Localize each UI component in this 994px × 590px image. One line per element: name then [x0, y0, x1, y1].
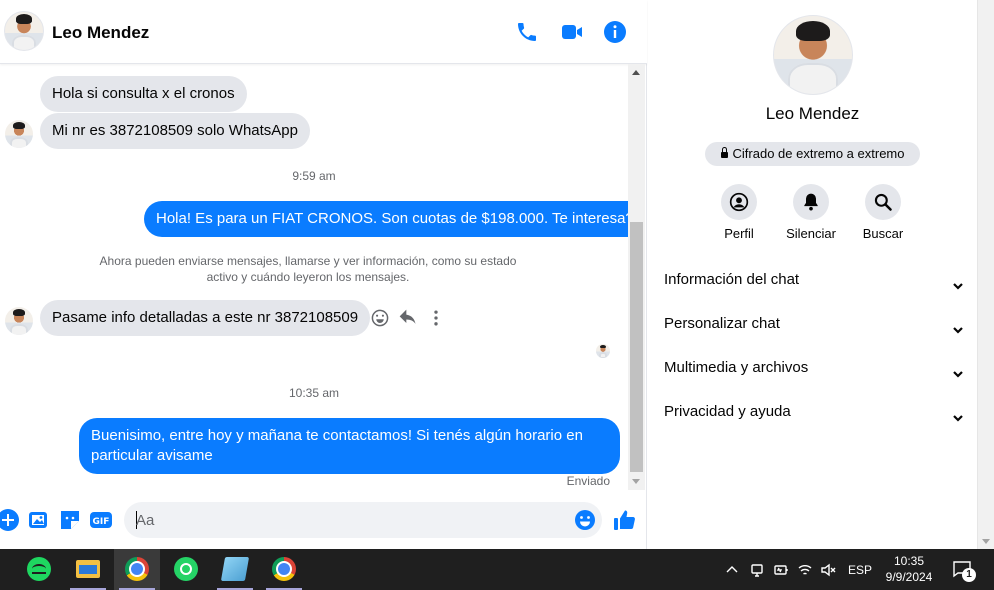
section-label: Privacidad y ayuda	[664, 403, 791, 420]
phone-icon[interactable]	[515, 20, 539, 44]
scroll-thumb[interactable]	[630, 222, 643, 472]
gif-icon[interactable]: GIF	[89, 508, 113, 532]
seen-avatar	[596, 344, 610, 358]
notepad-icon	[220, 557, 250, 581]
chrome-icon	[272, 557, 296, 581]
chevron-down-icon	[952, 274, 964, 290]
section-media-files[interactable]: Multimedia y archivos	[664, 354, 964, 382]
screen: Leo Mendez Hola si consulta x el cronos …	[0, 0, 994, 590]
chat-header: Leo Mendez	[0, 0, 647, 64]
scroll-up-arrow[interactable]	[632, 70, 640, 75]
sticker-icon[interactable]	[58, 508, 82, 532]
chat-scrollbar[interactable]	[628, 64, 645, 490]
section-chat-info[interactable]: Información del chat	[664, 266, 964, 294]
svg-text:GIF: GIF	[93, 517, 110, 527]
taskbar-notepad[interactable]	[212, 549, 258, 590]
reply-icon[interactable]	[398, 308, 418, 328]
chat-info-panel: Leo Mendez Cifrado de extremo a extremo …	[648, 0, 977, 549]
system-clock[interactable]: 10:35 9/9/2024	[872, 553, 946, 585]
profile-icon[interactable]	[721, 184, 757, 220]
system-note: Ahora pueden enviarse mensajes, llamarse…	[99, 254, 517, 284]
section-customize-chat[interactable]: Personalizar chat	[664, 310, 964, 338]
sender-avatar[interactable]	[5, 307, 33, 335]
taskbar-chrome-profile[interactable]	[261, 549, 307, 590]
mute-label: Silenciar	[786, 226, 836, 241]
chrome-icon	[125, 557, 149, 581]
taskbar: ESP 10:35 9/9/2024 1	[0, 549, 994, 590]
chat-pane: Leo Mendez Hola si consulta x el cronos …	[0, 0, 647, 549]
info-icon[interactable]	[603, 20, 627, 44]
timestamp: 10:35 am	[288, 386, 340, 400]
video-icon[interactable]	[560, 20, 584, 44]
taskbar-chrome[interactable]	[114, 549, 160, 590]
message-input[interactable]	[136, 502, 566, 538]
like-icon[interactable]	[613, 508, 637, 532]
chevron-up-icon[interactable]	[724, 562, 740, 578]
profile-action[interactable]: Perfil	[699, 184, 779, 241]
taskbar-spotify[interactable]	[16, 549, 62, 590]
contact-avatar[interactable]	[4, 11, 44, 51]
taskbar-whatsapp[interactable]	[163, 549, 209, 590]
composer: GIF	[0, 496, 647, 546]
mute-action[interactable]: Silenciar	[771, 184, 851, 241]
section-label: Información del chat	[664, 271, 800, 288]
clock-time: 10:35	[893, 554, 925, 568]
whatsapp-icon	[174, 557, 198, 581]
emoji-icon[interactable]	[573, 508, 597, 532]
profile-name: Leo Mendez	[765, 104, 860, 123]
message-list: Hola si consulta x el cronos Mi nr es 38…	[0, 65, 628, 490]
timestamp: 9:59 am	[292, 169, 336, 183]
message-bubble-outgoing[interactable]: Hola! Es para un FIAT CRONOS. Son cuotas…	[144, 201, 628, 237]
react-icon[interactable]	[370, 308, 390, 328]
gallery-icon[interactable]	[27, 508, 51, 532]
bell-icon[interactable]	[793, 184, 829, 220]
search-action[interactable]: Buscar	[843, 184, 923, 241]
lock-icon	[720, 147, 728, 158]
chevron-down-icon	[952, 318, 964, 334]
section-privacy-help[interactable]: Privacidad y ayuda	[664, 398, 964, 426]
section-label: Personalizar chat	[664, 315, 780, 332]
sent-status: Enviado	[566, 474, 610, 488]
sender-avatar[interactable]	[5, 120, 33, 148]
message-bubble-outgoing[interactable]: Buenisimo, entre hoy y mañana te contact…	[79, 418, 620, 474]
plus-icon[interactable]	[0, 508, 20, 532]
message-bubble-incoming[interactable]: Mi nr es 3872108509 solo WhatsApp	[40, 113, 310, 149]
encryption-label: Cifrado de extremo a extremo	[732, 146, 905, 161]
more-options-icon[interactable]	[426, 308, 446, 328]
taskbar-file-explorer[interactable]	[65, 549, 111, 590]
page-scrollbar[interactable]	[977, 0, 994, 549]
folder-icon	[76, 560, 100, 578]
notification-count: 1	[962, 568, 976, 582]
message-input-box[interactable]	[124, 502, 602, 538]
spotify-icon	[27, 557, 51, 581]
search-label: Buscar	[862, 226, 904, 241]
chevron-down-icon	[952, 362, 964, 378]
search-icon[interactable]	[865, 184, 901, 220]
chevron-down-icon	[952, 406, 964, 422]
section-label: Multimedia y archivos	[664, 359, 809, 376]
clock-date: 9/9/2024	[885, 570, 933, 584]
scroll-down-arrow[interactable]	[982, 539, 990, 544]
profile-avatar[interactable]	[773, 15, 853, 95]
meet-icon[interactable]	[749, 562, 765, 578]
language-indicator[interactable]: ESP	[848, 563, 872, 577]
wifi-icon[interactable]	[797, 562, 813, 578]
encryption-badge[interactable]: Cifrado de extremo a extremo	[705, 142, 920, 166]
profile-label: Perfil	[724, 226, 754, 241]
battery-icon[interactable]	[773, 562, 789, 578]
message-bubble-incoming[interactable]: Pasame info detalladas a este nr 3872108…	[40, 300, 371, 336]
message-bubble-incoming[interactable]: Hola si consulta x el cronos	[40, 76, 247, 112]
notification-icon[interactable]: 1	[952, 559, 976, 582]
contact-name[interactable]: Leo Mendez	[52, 23, 149, 43]
scroll-down-arrow[interactable]	[632, 479, 640, 484]
volume-muted-icon[interactable]	[820, 562, 836, 578]
